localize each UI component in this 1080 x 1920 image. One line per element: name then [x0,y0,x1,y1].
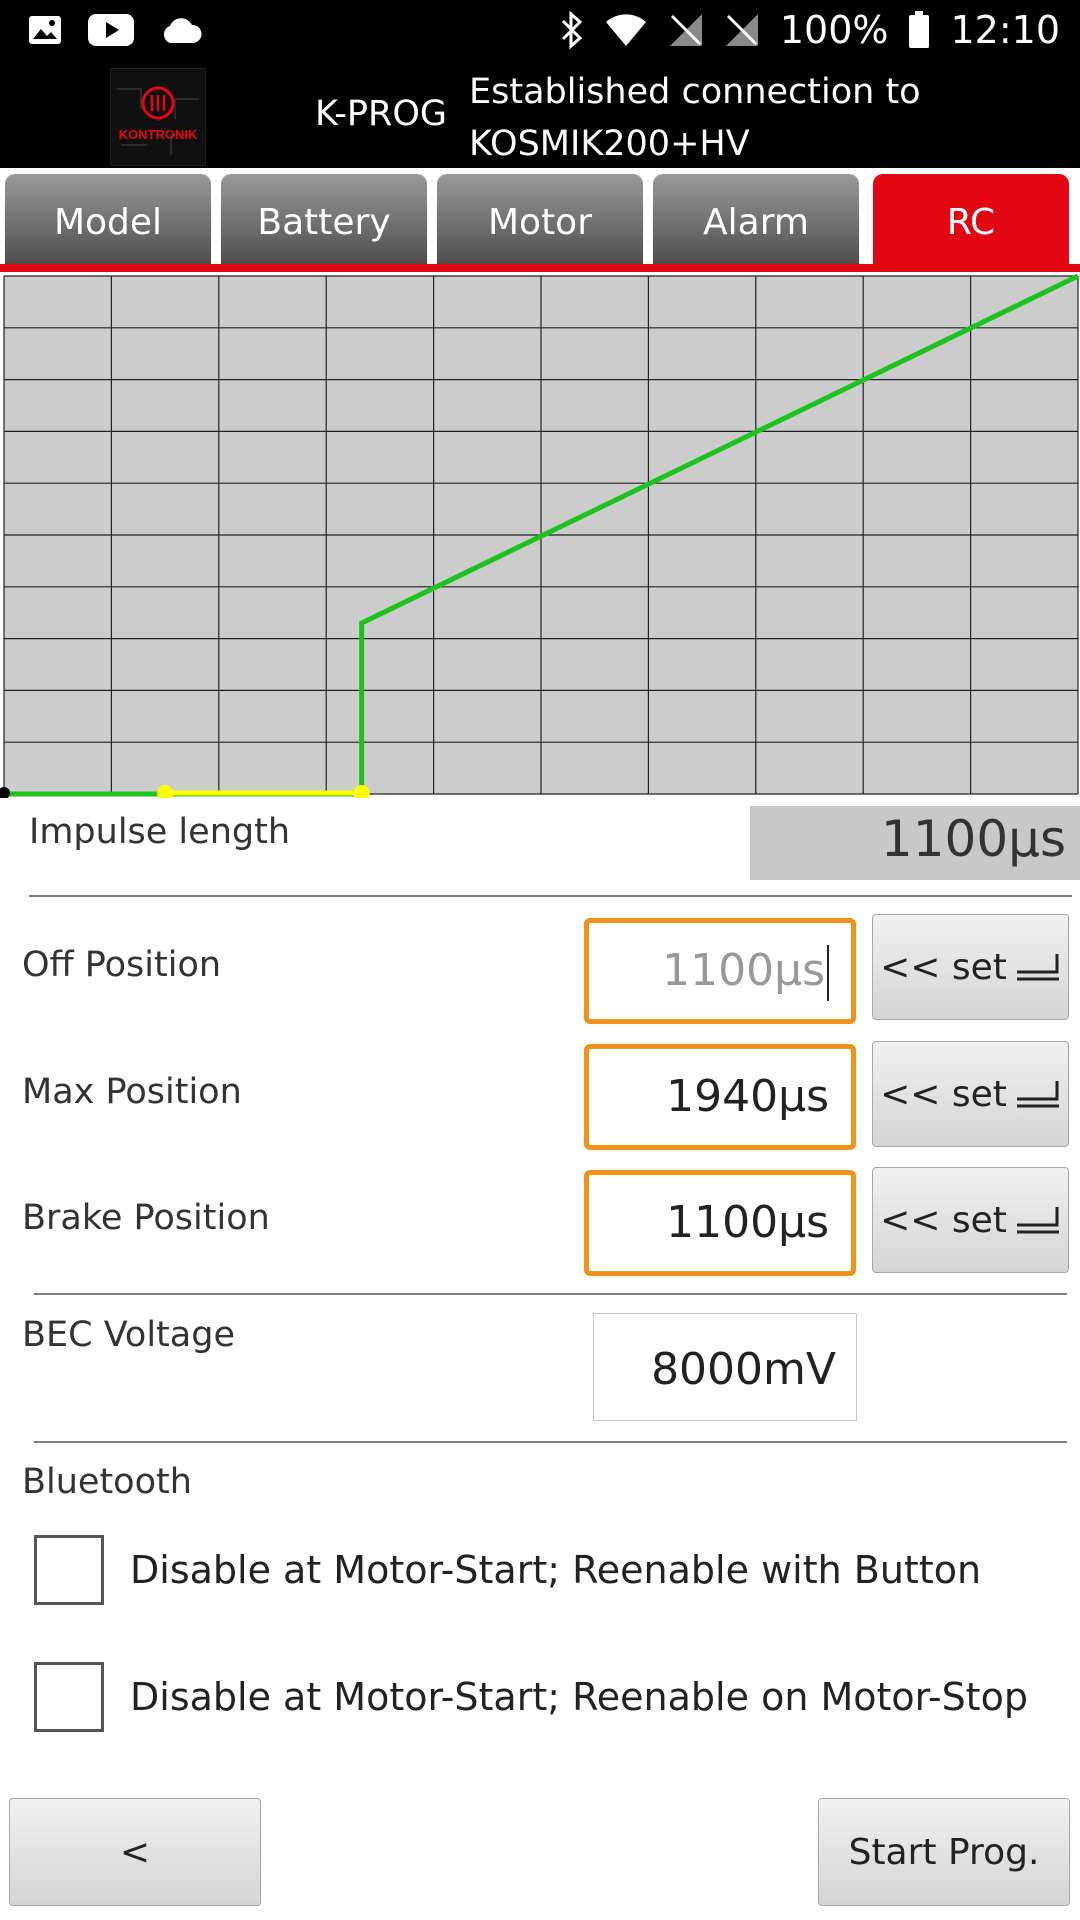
off-position-set-button[interactable]: << set [872,914,1069,1020]
connection-line-1: Established connection to [469,72,921,112]
app-header: KONTRONIK K-PROG Established connection … [0,62,1080,168]
status-bar: 100% 12:10 [0,0,1080,62]
bt-option-reenable-motor-stop-label: Disable at Motor-Start; Reenable on Moto… [130,1675,1028,1719]
connection-line-2: KOSMIK200+HV [469,124,750,164]
no-sim-icon [669,14,702,46]
impulse-length-value: 1100µs [750,806,1080,880]
connection-status: Established connection to KOSMIK200+HV [469,66,1069,170]
bec-voltage-field[interactable]: 8000mV [593,1313,857,1421]
tab-motor[interactable]: Motor [437,174,643,264]
rc-curve-chart [0,272,1080,801]
set-button-label: << set [880,1199,1007,1241]
brake-position-field[interactable]: 1100µs [584,1170,856,1276]
wifi-icon [605,14,646,46]
start-prog-button[interactable]: Start Prog. [818,1798,1070,1906]
back-button[interactable]: < [9,1798,261,1906]
tab-underline [0,264,1080,272]
divider [34,1441,1067,1443]
tab-alarm[interactable]: Alarm [653,174,859,264]
tab-bar: Model Battery Motor Alarm RC [0,168,1080,272]
battery-percent: 100% [779,8,889,52]
impulse-length-label: Impulse length [29,812,290,852]
bt-option-reenable-motor-stop[interactable]: Disable at Motor-Start; Reenable on Moto… [34,1662,1028,1732]
app-name: K-PROG [315,94,448,134]
enter-icon [1016,1207,1059,1234]
off-position-field[interactable]: 1100µs [584,918,856,1024]
image-icon [29,16,61,44]
enter-icon [1016,1081,1059,1108]
bt-option-reenable-motor-stop-checkbox[interactable] [34,1662,104,1732]
max-position-label: Max Position [22,1072,242,1112]
bt-option-reenable-button-checkbox[interactable] [34,1535,104,1605]
svg-text:KONTRONIK: KONTRONIK [119,127,198,142]
brake-position-label: Brake Position [22,1198,270,1238]
enter-icon [1016,954,1059,981]
tab-model[interactable]: Model [5,174,211,264]
tab-rc[interactable]: RC [873,174,1069,264]
youtube-icon [88,14,134,46]
max-position-set-button[interactable]: << set [872,1041,1069,1147]
set-button-label: << set [880,1073,1007,1115]
divider [29,895,1072,897]
no-sim-icon [725,14,758,46]
bluetooth-icon [561,10,583,50]
max-position-field[interactable]: 1940µs [584,1044,856,1150]
divider [34,1293,1067,1295]
bt-option-reenable-button-label: Disable at Motor-Start; Reenable with Bu… [130,1548,982,1592]
bluetooth-heading: Bluetooth [22,1462,192,1502]
cloud-icon [163,18,202,43]
bt-option-reenable-button[interactable]: Disable at Motor-Start; Reenable with Bu… [34,1535,981,1605]
brake-position-set-button[interactable]: << set [872,1167,1069,1273]
kontronik-logo: KONTRONIK [110,68,206,166]
clock: 12:10 [950,8,1060,52]
off-position-label: Off Position [22,945,222,985]
rc-curve-plot [0,273,1080,801]
battery-icon [909,11,930,48]
set-button-label: << set [880,946,1007,988]
tab-battery[interactable]: Battery [221,174,427,264]
bec-voltage-label: BEC Voltage [22,1315,235,1355]
